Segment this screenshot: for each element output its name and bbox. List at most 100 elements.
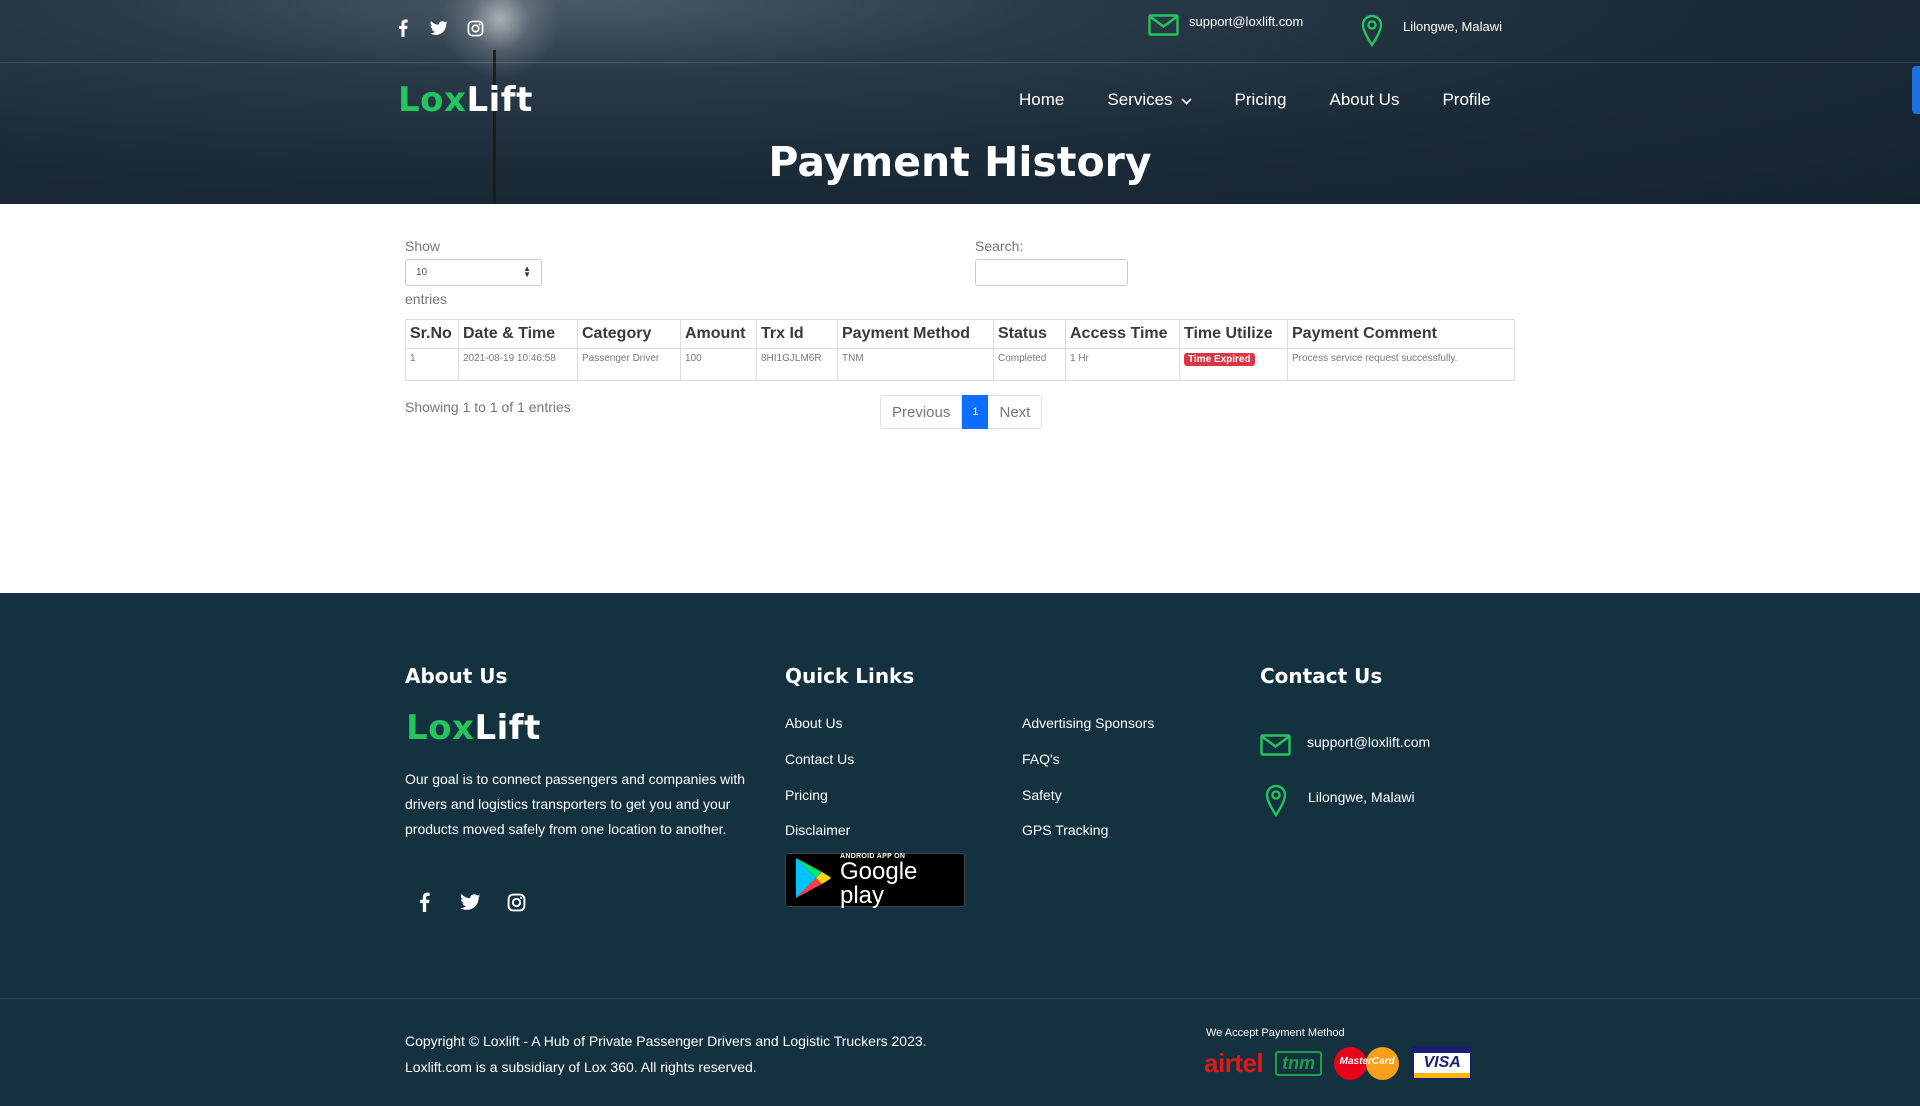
- footer-link-gps-tracking[interactable]: GPS Tracking: [1022, 822, 1108, 838]
- select-arrows-icon: ▲ ▼: [523, 264, 531, 279]
- light-glow-decoration: [440, 0, 560, 80]
- col-amount[interactable]: Amount: [680, 319, 757, 349]
- col-category[interactable]: Category: [577, 319, 681, 349]
- visa-band-bottom: [1414, 1073, 1471, 1078]
- twitter-icon[interactable]: [430, 18, 448, 38]
- footer-link-disclaimer[interactable]: Disclaimer: [785, 822, 850, 838]
- col-payment-comment[interactable]: Payment Comment: [1287, 319, 1515, 349]
- map-pin-icon: [1361, 14, 1383, 51]
- footer-link-safety[interactable]: Safety: [1022, 787, 1062, 803]
- footer-divider: [0, 998, 1920, 999]
- instagram-icon[interactable]: [504, 890, 528, 914]
- pagination-page-1[interactable]: 1: [962, 395, 989, 429]
- footer-link-faqs[interactable]: FAQ's: [1022, 751, 1060, 767]
- copyright-line-1: Copyright © Loxlift - A Hub of Private P…: [405, 1033, 927, 1049]
- google-play-icon: [794, 857, 832, 903]
- visa-logo: VISA: [1412, 1046, 1473, 1080]
- nav-pricing[interactable]: Pricing: [1235, 90, 1287, 110]
- show-label: Show: [405, 238, 441, 254]
- col-status[interactable]: Status: [993, 319, 1066, 349]
- footer-location: Lilongwe, Malawi: [1265, 784, 1415, 821]
- nav-services[interactable]: Services: [1107, 90, 1192, 110]
- col-payment-method[interactable]: Payment Method: [837, 319, 994, 349]
- col-date-time[interactable]: Date & Time: [458, 319, 578, 349]
- header-email-text[interactable]: support@loxlift.com: [1189, 14, 1303, 29]
- tnm-logo: tnm: [1275, 1050, 1323, 1076]
- payment-methods-label: We Accept Payment Method: [1206, 1027, 1345, 1039]
- col-sr-no[interactable]: Sr.No: [405, 319, 459, 349]
- facebook-icon[interactable]: [394, 18, 412, 38]
- site-logo[interactable]: Lox Lift: [398, 80, 533, 120]
- header-location-text: Lilongwe, Malawi: [1403, 19, 1502, 34]
- instagram-icon[interactable]: [466, 18, 484, 38]
- payment-history-table: Sr.No Date & Time Category Amount Trx Id…: [405, 319, 1515, 381]
- footer-link-advertising-sponsors[interactable]: Advertising Sponsors: [1022, 715, 1154, 731]
- footer-quick-links-heading: Quick Links: [785, 664, 915, 688]
- footer-email[interactable]: support@loxlift.com: [1260, 734, 1430, 759]
- search-label: Search:: [975, 238, 1024, 254]
- logo-part-lox: Lox: [398, 80, 467, 120]
- footer: [0, 593, 1920, 1106]
- showing-entries-info: Showing 1 to 1 of 1 entries: [405, 399, 571, 415]
- visa-text: VISA: [1423, 1054, 1461, 1071]
- header-social-links: [394, 18, 484, 38]
- google-play-big-text: Google play: [840, 857, 918, 909]
- search-input[interactable]: [975, 259, 1128, 286]
- header-divider: [0, 62, 1920, 63]
- cell-sr-no: 1: [405, 348, 459, 381]
- twitter-icon[interactable]: [458, 890, 482, 914]
- main-nav: Home Services Pricing About Us Profile: [1019, 90, 1534, 110]
- nav-about-us[interactable]: About Us: [1330, 90, 1400, 110]
- footer-about-text: Our goal is to connect passengers and co…: [405, 771, 746, 837]
- pagination-previous[interactable]: Previous: [880, 395, 963, 429]
- chevron-down-icon: [1180, 90, 1192, 110]
- side-scroll-tab[interactable]: [1912, 66, 1920, 114]
- copyright-line-2: Loxlift.com is a subsidiary of Lox 360. …: [405, 1059, 757, 1075]
- envelope-icon: [1148, 14, 1179, 39]
- footer-contact-heading: Contact Us: [1260, 664, 1383, 688]
- nav-home[interactable]: Home: [1019, 90, 1064, 110]
- footer-logo-part-lift: Lift: [474, 708, 541, 748]
- page-title: Payment History: [768, 138, 1152, 186]
- google-play-text: ANDROID APP ON Google play: [840, 853, 964, 908]
- cell-status: Completed: [993, 348, 1066, 381]
- pagination-next[interactable]: Next: [988, 395, 1043, 429]
- footer-social-links: [412, 890, 528, 914]
- entries-select[interactable]: 10 ▲ ▼: [405, 259, 542, 286]
- map-pin-icon: [1265, 784, 1287, 821]
- pagination: Previous 1 Next: [880, 395, 1043, 429]
- cell-category: Passenger Driver: [577, 348, 681, 381]
- entries-select-value: 10: [416, 267, 428, 278]
- col-time-utilize[interactable]: Time Utilize: [1179, 319, 1288, 349]
- facebook-icon[interactable]: [412, 890, 436, 914]
- footer-link-about-us[interactable]: About Us: [785, 715, 843, 731]
- cell-payment-comment: Process service request successfully.: [1287, 348, 1515, 381]
- cell-amount: 100: [680, 348, 757, 381]
- footer-logo[interactable]: Lox Lift: [406, 708, 541, 748]
- airtel-logo: airtel: [1204, 1047, 1264, 1078]
- footer-logo-part-lox: Lox: [406, 708, 475, 748]
- footer-link-pricing[interactable]: Pricing: [785, 787, 828, 803]
- footer-link-contact-us[interactable]: Contact Us: [785, 751, 854, 767]
- copyright: Copyright © Loxlift - A Hub of Private P…: [405, 1028, 927, 1080]
- header-location: Lilongwe, Malawi: [1361, 14, 1502, 51]
- entries-label: entries: [405, 291, 448, 307]
- mastercard-logo: MasterCard: [1328, 1046, 1406, 1080]
- envelope-icon: [1260, 734, 1291, 759]
- nav-profile[interactable]: Profile: [1442, 90, 1490, 110]
- col-trx-id[interactable]: Trx Id: [756, 319, 838, 349]
- footer-email-text[interactable]: support@loxlift.com: [1307, 734, 1430, 750]
- cell-trx-id: 8HI1GJLM6R: [756, 348, 838, 381]
- google-play-badge[interactable]: ANDROID APP ON Google play: [785, 853, 965, 907]
- logo-part-lift: Lift: [466, 80, 533, 120]
- mastercard-text: MasterCard: [1339, 1056, 1395, 1067]
- time-expired-badge: Time Expired: [1184, 353, 1255, 366]
- cell-payment-method: TNM: [837, 348, 994, 381]
- footer-about-heading: About Us: [405, 664, 508, 688]
- footer-location-text: Lilongwe, Malawi: [1308, 788, 1415, 805]
- cell-access-time: 1 Hr: [1065, 348, 1180, 381]
- cell-time-utilize: Time Expired: [1179, 348, 1288, 381]
- col-access-time[interactable]: Access Time: [1065, 319, 1180, 349]
- header-email[interactable]: support@loxlift.com: [1148, 14, 1303, 39]
- table-header-row: Sr.No Date & Time Category Amount Trx Id…: [405, 319, 1515, 349]
